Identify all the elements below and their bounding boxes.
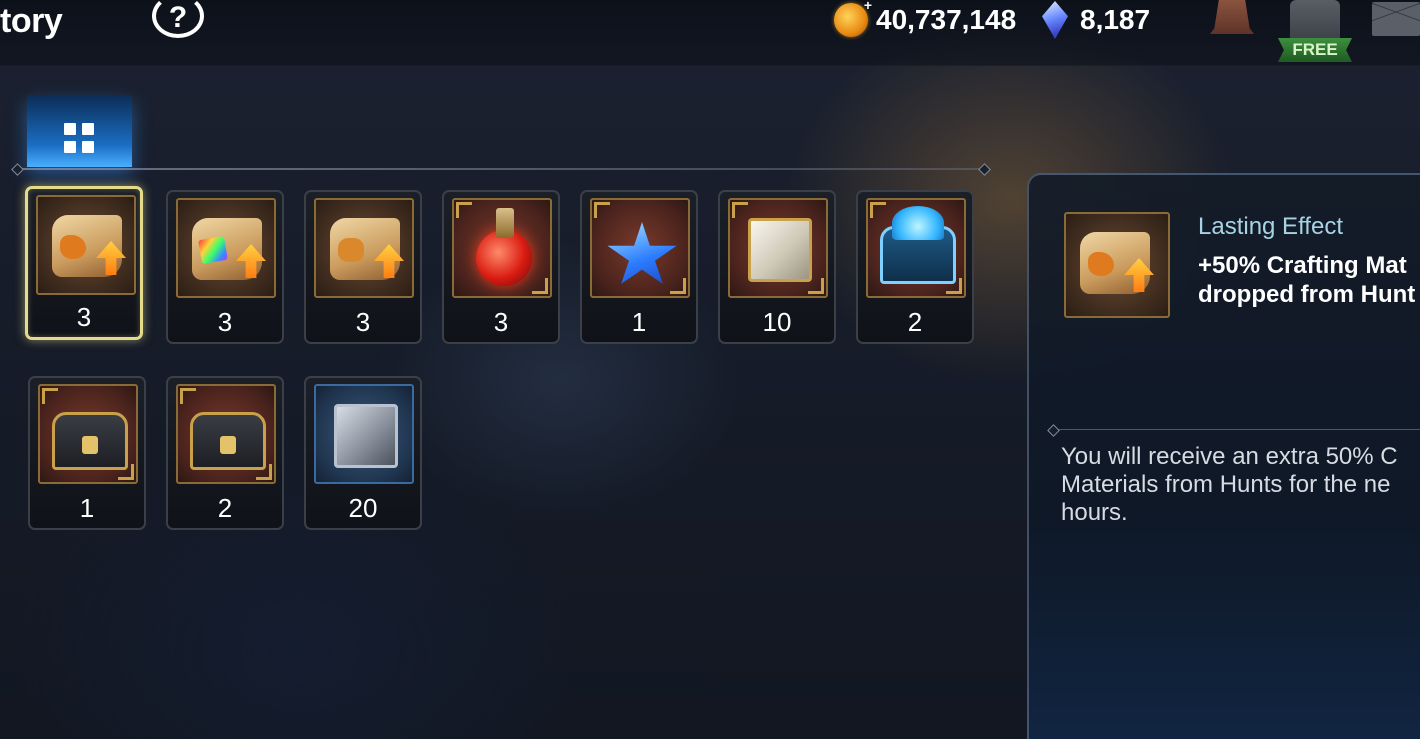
inventory-item[interactable]: 3: [304, 190, 422, 344]
grid-icon: [64, 123, 94, 153]
item-count: 1: [79, 493, 95, 523]
item-count: 2: [907, 307, 923, 337]
item-count: 20: [348, 493, 378, 523]
gold-cube-icon: [728, 198, 828, 298]
inventory-item[interactable]: 10: [718, 190, 836, 344]
item-count: 3: [217, 307, 233, 337]
item-count: 3: [493, 307, 509, 337]
inventory-item[interactable]: 3: [25, 186, 143, 340]
inventory-item[interactable]: 1: [580, 190, 698, 344]
dark-chest-icon: [176, 384, 276, 484]
gem-currency[interactable]: 8,187: [1042, 0, 1150, 40]
help-icon[interactable]: ?: [152, 0, 204, 38]
item-count: 3: [355, 307, 371, 337]
notification-bell-icon[interactable]: [1210, 0, 1254, 34]
top-bar: tory ? + 40,737,148 8,187 FREE: [0, 0, 1420, 66]
gold-amount: 40,737,148: [876, 4, 1017, 35]
page-title: tory: [0, 2, 63, 40]
detail-divider: [1053, 429, 1420, 430]
item-detail-panel: Lasting Effect +50% Crafting Mat dropped…: [1027, 173, 1420, 739]
gem-amount: 8,187: [1080, 4, 1151, 35]
inventory-item[interactable]: 2: [166, 376, 284, 530]
red-potion-icon: [452, 198, 552, 298]
dark-chest-icon: [38, 384, 138, 484]
inventory-item[interactable]: 2: [856, 190, 974, 344]
inventory-item[interactable]: 1: [28, 376, 146, 530]
free-ribbon: FREE: [1278, 38, 1352, 62]
gold-coin-icon: +: [834, 0, 872, 37]
star-potion-icon: [590, 198, 690, 298]
scroll-coin-icon: [314, 198, 414, 298]
inventory-item[interactable]: 3: [166, 190, 284, 344]
scroll-rainbow-icon: [176, 198, 276, 298]
item-description: You will receive an extra 50% C Material…: [1061, 443, 1398, 526]
item-name: +50% Crafting Mat dropped from Hunt: [1198, 252, 1416, 308]
item-count: 3: [76, 302, 92, 332]
gold-currency[interactable]: + 40,737,148: [834, 0, 1016, 40]
gem-icon: [1042, 1, 1068, 39]
backpack-icon: [1290, 0, 1340, 44]
inventory-item[interactable]: 3: [442, 190, 560, 344]
inventory-item[interactable]: 20: [304, 376, 422, 530]
blue-chest-icon: [866, 198, 966, 298]
item-count: 2: [217, 493, 233, 523]
scroll-fire-icon: [36, 195, 136, 295]
item-type: Lasting Effect: [1198, 213, 1343, 240]
silver-cube-icon: [314, 384, 414, 484]
help-label: ?: [168, 1, 188, 34]
scroll-fire-icon: [1064, 212, 1170, 318]
item-count: 10: [762, 307, 792, 337]
mail-icon[interactable]: [1372, 2, 1420, 36]
item-count: 1: [631, 307, 647, 337]
tab-all[interactable]: [27, 95, 132, 167]
tab-divider: [16, 168, 986, 170]
free-pack-button[interactable]: FREE: [1278, 0, 1352, 64]
add-gold-icon[interactable]: +: [864, 0, 872, 13]
